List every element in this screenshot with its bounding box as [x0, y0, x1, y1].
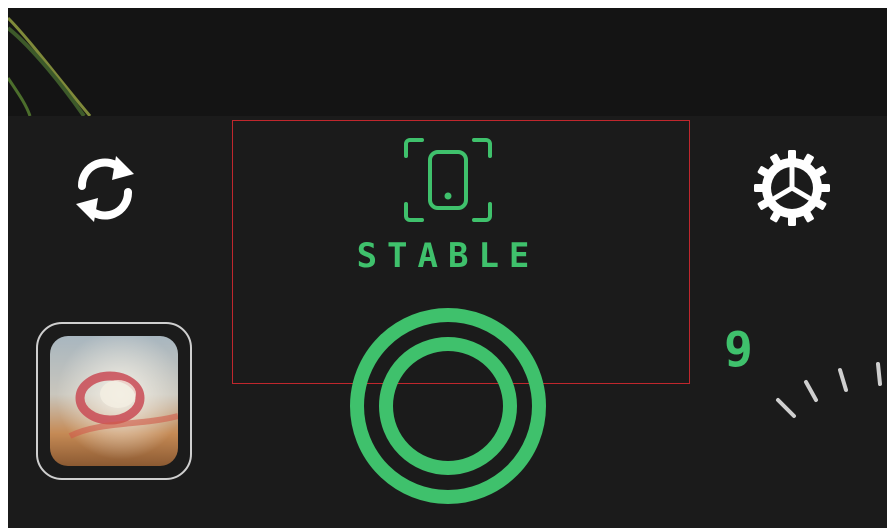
camera-preview: [8, 8, 887, 116]
phone-focus-icon: [404, 138, 492, 222]
zoom-value: 9: [724, 322, 753, 378]
switch-camera-button[interactable]: [64, 148, 146, 230]
camera-screen: STABLE 9: [8, 8, 887, 528]
zoom-dial-ticks: [776, 362, 882, 418]
settings-button[interactable]: [752, 148, 832, 228]
grass-blade-graphic: [8, 16, 92, 116]
stable-indicator: [402, 136, 494, 224]
refresh-arrows-icon: [76, 156, 134, 222]
zoom-dial[interactable]: [768, 338, 887, 448]
photo-image: [50, 336, 178, 466]
gallery-thumbnail[interactable]: [36, 322, 192, 480]
stable-label: STABLE: [356, 236, 540, 276]
last-photo-preview: [50, 336, 178, 466]
shutter-ring-icon: [350, 308, 546, 504]
shutter-button[interactable]: [346, 304, 550, 508]
gear-icon: [754, 150, 830, 226]
